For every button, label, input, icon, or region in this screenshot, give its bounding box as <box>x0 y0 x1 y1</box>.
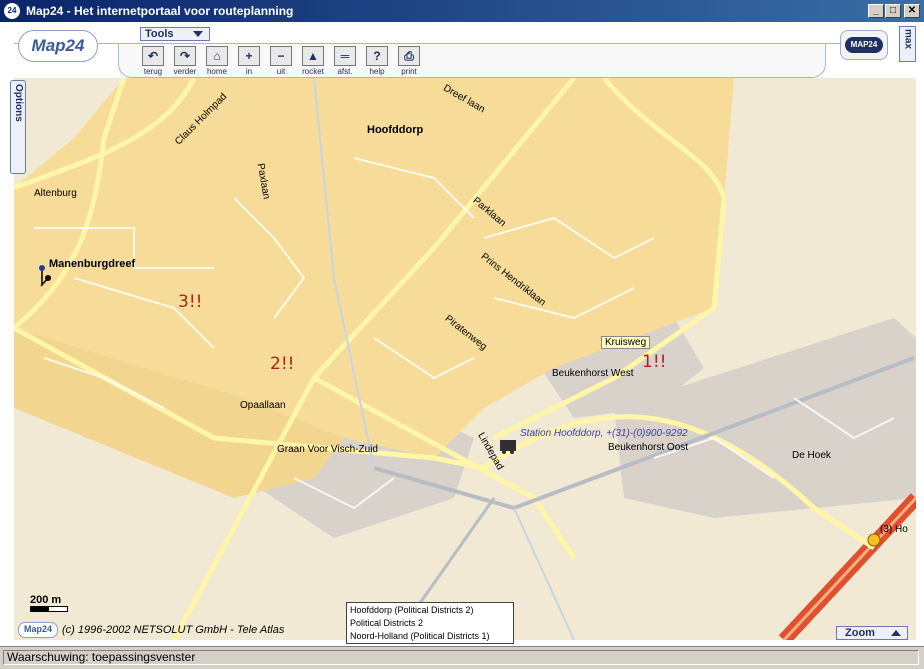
minimize-button[interactable]: _ <box>868 4 884 18</box>
place-label: Graan Voor Visch-Zuid <box>277 444 378 455</box>
district-marker[interactable]: 2!! <box>270 354 294 374</box>
max-tab-label: max <box>902 29 914 50</box>
map-graphics <box>14 78 916 640</box>
scale-bar: 200 m <box>30 594 68 612</box>
chevron-up-icon <box>891 630 901 636</box>
home-icon: ⌂ <box>206 46 228 66</box>
zoom-out-button[interactable]: − uit <box>266 46 296 76</box>
distance-label: afst. <box>337 67 353 76</box>
copyright-logo: Map24 <box>18 622 58 638</box>
map24-globe-button[interactable]: MAP24 <box>840 30 888 60</box>
zoom-button[interactable]: Zoom <box>836 626 908 640</box>
back-button[interactable]: ↶ terug <box>138 46 168 76</box>
district-line: Political Districts 2 <box>350 618 424 628</box>
rocket-icon: ▲ <box>302 46 324 66</box>
forward-button[interactable]: ↷ verder <box>170 46 200 76</box>
highway-exit <box>867 533 881 547</box>
ruler-icon: ═ <box>334 46 356 66</box>
home-label: home <box>206 67 227 76</box>
help-label: help <box>369 67 385 76</box>
close-button[interactable]: ✕ <box>904 4 920 18</box>
print-button[interactable]: ⎙ print <box>394 46 424 76</box>
home-button[interactable]: ⌂ home <box>202 46 232 76</box>
status-text: Waarschuwing: toepassingsvenster <box>3 650 919 665</box>
district-line: Hoofddorp (Political Districts 2) <box>350 605 474 615</box>
status-bar: Waarschuwing: toepassingsvenster <box>0 646 924 669</box>
back-label: terug <box>143 67 163 76</box>
scale-label: 200 m <box>30 594 62 606</box>
zoom-in-icon: + <box>238 46 260 66</box>
place-label: Manenburgdreef <box>49 258 136 270</box>
waterway <box>513 507 575 640</box>
place-label: De Hoek <box>792 450 831 461</box>
tools-menu-label: Tools <box>145 28 174 40</box>
rocket-button[interactable]: ▲ rocket <box>298 46 328 76</box>
exit-label: (3) Ho <box>880 524 908 535</box>
station-label[interactable]: Station Hoofddorp, +(31)-(0)900-9292 <box>520 428 688 439</box>
distance-button[interactable]: ═ afst. <box>330 46 360 76</box>
highway-median <box>782 496 916 640</box>
zoom-label: Zoom <box>845 627 875 639</box>
road-name-tag: Kruisweg <box>601 336 651 349</box>
window-title: Map24 - Het internetportaal voor routepl… <box>26 4 294 18</box>
districts-popup: Hoofddorp (Political Districts 2) Politi… <box>346 602 514 644</box>
app-icon[interactable]: 24 <box>4 3 20 19</box>
copyright: Map24 (c) 1996-2002 NETSOLUT GmbH - Tele … <box>18 622 284 638</box>
forward-label: verder <box>173 67 197 76</box>
maximize-button[interactable]: □ <box>885 4 901 18</box>
chevron-down-icon <box>193 31 203 37</box>
place-label: Altenburg <box>34 188 77 199</box>
place-label: Beukenhorst West <box>552 368 634 379</box>
district-line: Noord-Holland (Political Districts 1) <box>350 631 490 641</box>
help-icon: ? <box>366 46 388 66</box>
zoom-in-label: in <box>245 67 253 76</box>
tools-menu[interactable]: Tools <box>140 27 210 41</box>
map-canvas[interactable]: Hoofddorp Manenburgdreef Altenburg Beuke… <box>14 78 916 640</box>
printer-icon: ⎙ <box>398 46 420 66</box>
print-label: print <box>401 67 417 76</box>
train-station-icon[interactable] <box>498 438 518 454</box>
back-arrow-icon: ↶ <box>142 46 164 66</box>
street-label: Opaallaan <box>240 400 286 411</box>
rocket-label: rocket <box>302 67 324 76</box>
map24-logo[interactable]: Map24 <box>18 30 98 62</box>
options-tab[interactable]: Options <box>10 80 26 174</box>
max-tab[interactable]: max <box>899 26 916 62</box>
zoom-in-button[interactable]: + in <box>234 46 264 76</box>
zoom-out-icon: − <box>270 46 292 66</box>
forward-arrow-icon: ↷ <box>174 46 196 66</box>
options-tab-label: Options <box>13 84 24 122</box>
place-label: Beukenhorst Oost <box>608 442 689 453</box>
map24-button-label: MAP24 <box>845 37 883 53</box>
place-label: Hoofddorp <box>367 124 424 136</box>
district-marker[interactable]: 1!! <box>642 352 666 372</box>
district-marker[interactable]: 3!! <box>178 292 202 312</box>
scale-ruler <box>30 606 68 612</box>
help-button[interactable]: ? help <box>362 46 392 76</box>
zoom-out-label: uit <box>276 67 286 76</box>
title-bar: 24 Map24 - Het internetportaal voor rout… <box>0 0 924 22</box>
copyright-text: (c) 1996-2002 NETSOLUT GmbH - Tele Atlas <box>62 623 285 636</box>
